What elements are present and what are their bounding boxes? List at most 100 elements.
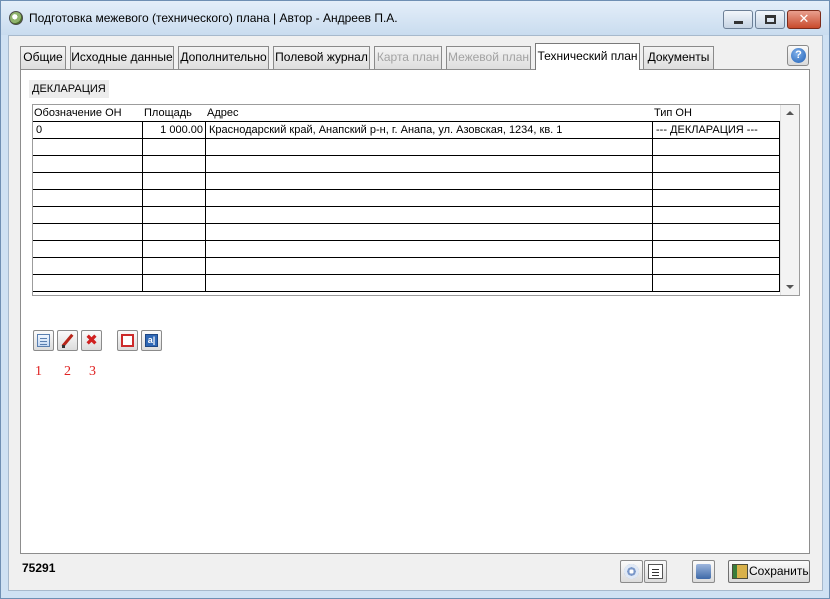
annotation-3: 3 xyxy=(89,364,96,379)
save-button[interactable]: Сохранить xyxy=(728,560,810,583)
table-row[interactable] xyxy=(33,241,781,258)
table-row[interactable] xyxy=(33,258,781,275)
table-row[interactable] xyxy=(33,224,781,241)
cell-designation[interactable] xyxy=(33,190,143,206)
title-bar[interactable]: Подготовка межевого (технического) плана… xyxy=(1,1,829,35)
cell-area[interactable] xyxy=(143,275,206,291)
cell-designation[interactable] xyxy=(33,207,143,223)
cell-designation[interactable] xyxy=(33,224,143,240)
cell-address[interactable] xyxy=(206,156,653,172)
maximize-button[interactable] xyxy=(755,10,785,29)
column-header-object-type[interactable]: Тип ОН xyxy=(653,105,692,121)
section-label: ДЕКЛАРАЦИЯ xyxy=(29,80,109,98)
tab-source-data[interactable]: Исходные данные xyxy=(70,46,174,69)
cell-object-type[interactable] xyxy=(653,241,780,257)
cell-area[interactable]: 1 000.00 xyxy=(143,122,206,138)
cell-area[interactable] xyxy=(143,156,206,172)
cell-address[interactable] xyxy=(206,139,653,155)
record-id: 75291 xyxy=(22,561,56,575)
cell-area[interactable] xyxy=(143,190,206,206)
scroll-down-icon[interactable] xyxy=(786,285,794,289)
minimize-button[interactable] xyxy=(723,10,753,29)
table-row[interactable] xyxy=(33,275,781,292)
column-header-area[interactable]: Площадь xyxy=(143,105,192,121)
table-scrollbar[interactable] xyxy=(780,105,799,295)
cell-address[interactable]: Краснодарский край, Анапский р-н, г. Ана… xyxy=(206,122,653,138)
disc-icon xyxy=(624,564,639,579)
cell-address[interactable] xyxy=(206,224,653,240)
column-header-designation[interactable]: Обозначение ОН xyxy=(33,105,122,121)
delete-record-button[interactable]: ✖ xyxy=(81,330,102,351)
tab-additional[interactable]: Дополнительно xyxy=(178,46,269,69)
help-icon: ? xyxy=(791,48,806,63)
tab-field-journal[interactable]: Полевой журнал xyxy=(273,46,370,69)
cell-designation[interactable]: 0 xyxy=(33,122,143,138)
column-header-address[interactable]: Адрес xyxy=(206,105,239,121)
objects-table[interactable]: Обозначение ОН Площадь Адрес Тип ОН 01 0… xyxy=(32,104,800,296)
table-row[interactable] xyxy=(33,139,781,156)
cell-object-type[interactable] xyxy=(653,139,780,155)
cell-designation[interactable] xyxy=(33,275,143,291)
close-icon: ✕ xyxy=(798,12,810,27)
delete-x-icon: ✖ xyxy=(85,331,98,349)
save-icon xyxy=(732,564,748,579)
cell-address[interactable] xyxy=(206,207,653,223)
cell-area[interactable] xyxy=(143,139,206,155)
blue-ab-icon: a| xyxy=(145,334,158,347)
cell-area[interactable] xyxy=(143,258,206,274)
document-button[interactable] xyxy=(644,560,667,583)
table-row[interactable] xyxy=(33,173,781,190)
cell-object-type[interactable]: --- ДЕКЛАРАЦИЯ --- xyxy=(653,122,780,138)
annotation-2: 2 xyxy=(64,364,71,379)
cell-designation[interactable] xyxy=(33,173,143,189)
cell-address[interactable] xyxy=(206,258,653,274)
tab-documents[interactable]: Документы xyxy=(643,46,714,69)
technical-plan-panel: ДЕКЛАРАЦИЯ Обозначение ОН Площадь Адрес … xyxy=(20,69,810,554)
cell-address[interactable] xyxy=(206,173,653,189)
tab-technical-plan[interactable]: Технический план xyxy=(535,43,640,70)
table-header: Обозначение ОН Площадь Адрес Тип ОН xyxy=(33,105,781,122)
cell-area[interactable] xyxy=(143,207,206,223)
tab-boundary-plan: Межевой план xyxy=(446,46,531,69)
cell-object-type[interactable] xyxy=(653,190,780,206)
cell-address[interactable] xyxy=(206,241,653,257)
cell-object-type[interactable] xyxy=(653,224,780,240)
cell-area[interactable] xyxy=(143,224,206,240)
scroll-up-icon[interactable] xyxy=(786,111,794,115)
new-document-icon xyxy=(37,334,50,347)
cell-designation[interactable] xyxy=(33,139,143,155)
cell-object-type[interactable] xyxy=(653,207,780,223)
cell-object-type[interactable] xyxy=(653,258,780,274)
page-icon xyxy=(648,564,663,579)
cell-designation[interactable] xyxy=(33,156,143,172)
add-record-button[interactable] xyxy=(33,330,54,351)
edit-pencil-icon xyxy=(61,334,74,348)
cell-object-type[interactable] xyxy=(653,156,780,172)
red-square-icon xyxy=(121,334,134,347)
cell-address[interactable] xyxy=(206,190,653,206)
tab-general[interactable]: Общие xyxy=(20,46,66,69)
print-button[interactable] xyxy=(692,560,715,583)
client-area: Общие Исходные данные Дополнительно Поле… xyxy=(8,35,823,591)
cell-area[interactable] xyxy=(143,241,206,257)
close-button[interactable]: ✕ xyxy=(787,10,821,29)
cell-designation[interactable] xyxy=(33,258,143,274)
table-row[interactable]: 01 000.00 Краснодарский край, Анапский р-… xyxy=(33,122,781,139)
table-row[interactable] xyxy=(33,190,781,207)
cell-object-type[interactable] xyxy=(653,173,780,189)
help-button[interactable]: ? xyxy=(787,45,809,66)
printer-icon xyxy=(696,564,711,579)
minimize-icon xyxy=(734,21,743,24)
text-field-button[interactable]: a| xyxy=(141,330,162,351)
cell-address[interactable] xyxy=(206,275,653,291)
clear-button[interactable] xyxy=(117,330,138,351)
maximize-icon xyxy=(765,15,776,24)
disc-button[interactable] xyxy=(620,560,643,583)
cell-area[interactable] xyxy=(143,173,206,189)
annotation-1: 1 xyxy=(35,364,42,379)
table-row[interactable] xyxy=(33,207,781,224)
table-row[interactable] xyxy=(33,156,781,173)
cell-object-type[interactable] xyxy=(653,275,780,291)
cell-designation[interactable] xyxy=(33,241,143,257)
edit-record-button[interactable] xyxy=(57,330,78,351)
